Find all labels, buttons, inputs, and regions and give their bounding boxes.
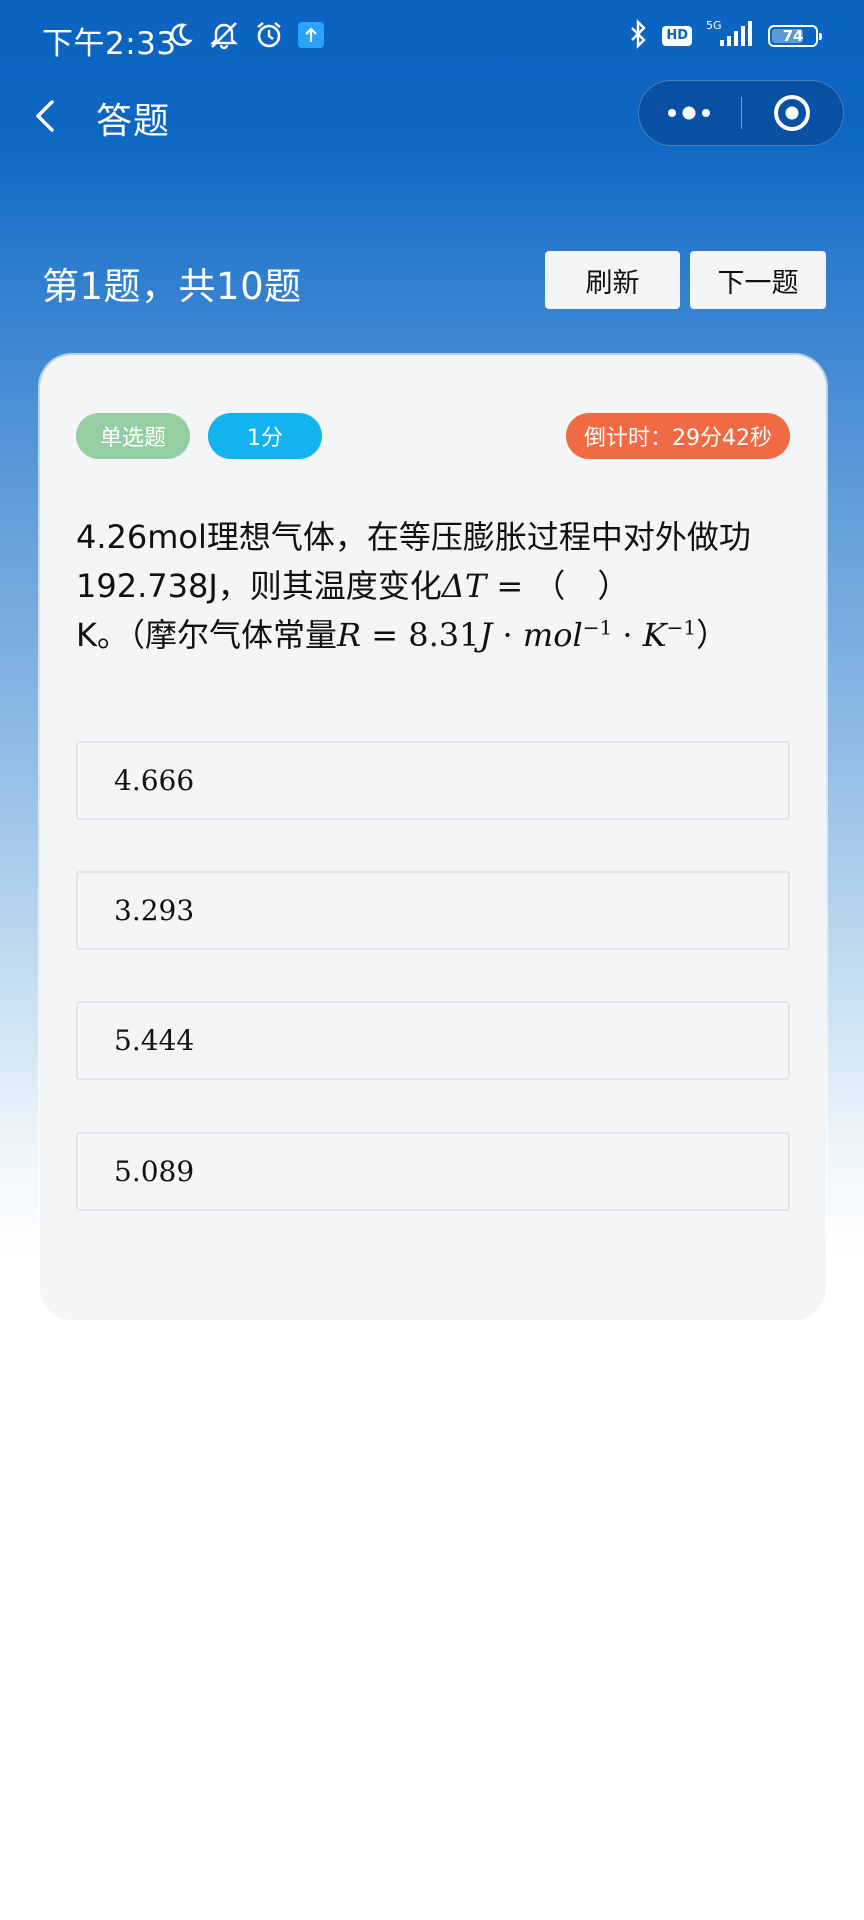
status-right-icons: HD 5G 74 <box>628 18 822 54</box>
dot-operator-1: · <box>492 616 523 654</box>
battery-level: 74 <box>782 27 804 45</box>
upload-notification-icon <box>298 22 324 52</box>
signal-icon: 5G <box>706 18 754 54</box>
countdown-badge: 倒计时：29分42秒 <box>566 413 790 459</box>
refresh-button[interactable]: 刷新 <box>545 251 680 309</box>
page-title: 答题 <box>96 101 171 142</box>
chevron-left-icon <box>36 100 54 132</box>
mini-program-capsule <box>638 80 844 146</box>
question-type-badge: 单选题 <box>76 413 190 459</box>
k-exponent: −1 <box>666 615 697 640</box>
close-paren: ） <box>696 616 729 654</box>
nav-bar: 答题 <box>0 78 864 152</box>
answer-option-c[interactable]: 5.444 <box>76 1001 790 1080</box>
close-mini-program-button[interactable] <box>742 81 844 145</box>
question-part1: 4.26mol理想气体，在等压膨胀过程中对外做功192.738J，则其温度变化 <box>76 518 751 605</box>
mol-exponent: −1 <box>582 615 613 640</box>
hd-badge: HD <box>662 26 692 46</box>
svg-text:5G: 5G <box>706 19 722 32</box>
question-progress: 第1题，共10题 <box>42 265 302 308</box>
equals-sign: = <box>486 567 534 605</box>
battery-icon: 74 <box>768 25 822 47</box>
r-value: = 8.31 <box>361 616 480 654</box>
answer-option-d[interactable]: 5.089 <box>76 1132 790 1211</box>
target-close-icon <box>774 95 810 131</box>
back-button[interactable] <box>26 94 70 138</box>
moon-icon <box>166 21 194 53</box>
score-badge: 1分 <box>208 413 322 459</box>
question-card: 单选题 1分 倒计时：29分42秒 4.26mol理想气体，在等压膨胀过程中对外… <box>40 355 826 1320</box>
unit-j: J <box>479 616 493 654</box>
more-button[interactable] <box>639 81 741 145</box>
gas-constant-expression: R = 8.31J · mol−1 · K−1 <box>337 616 696 654</box>
question-text: 4.26mol理想气体，在等压膨胀过程中对外做功192.738J，则其温度变化Δ… <box>76 513 796 660</box>
battery-cap <box>819 33 822 40</box>
dot-operator-2: · <box>612 616 643 654</box>
delta-t-symbol: ΔT = <box>442 567 534 605</box>
status-bar: 下午2:33 HD 5G 74 <box>0 0 864 78</box>
answer-option-b[interactable]: 3.293 <box>76 871 790 950</box>
more-dots-icon <box>668 106 710 120</box>
status-left-icons <box>166 20 324 54</box>
alarm-icon <box>254 20 284 54</box>
next-question-button[interactable]: 下一题 <box>690 251 826 309</box>
status-time: 下午2:33 <box>42 26 177 62</box>
unit-mol: mol <box>522 616 583 654</box>
delta-t: ΔT <box>441 567 487 605</box>
unit-k: K <box>642 616 667 654</box>
r-symbol: R <box>337 616 362 654</box>
answer-option-a[interactable]: 4.666 <box>76 741 790 820</box>
answer-blank: （ ） <box>533 567 630 605</box>
bell-muted-icon <box>208 20 240 54</box>
question-part2: K。（摩尔气体常量 <box>76 616 337 654</box>
bluetooth-icon <box>628 19 648 53</box>
